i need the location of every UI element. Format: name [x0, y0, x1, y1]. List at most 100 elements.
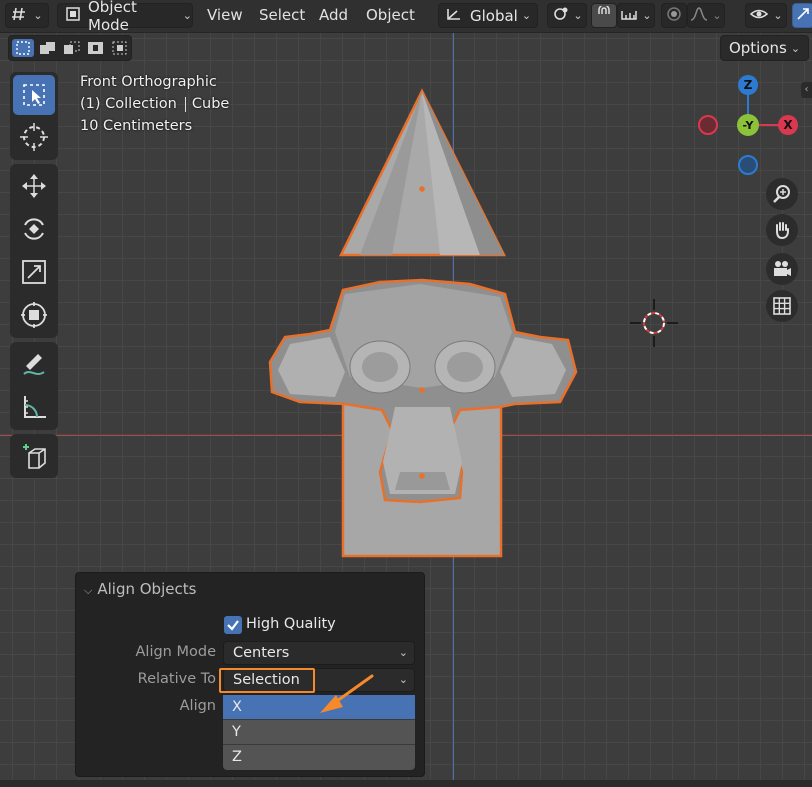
checkmark-icon [227, 620, 239, 631]
options-label: Options [728, 39, 787, 57]
high-quality-checkbox[interactable] [224, 616, 242, 634]
toolbar-group-select [10, 72, 58, 160]
pan-button[interactable] [766, 214, 798, 246]
gizmo-toggle[interactable] [792, 3, 812, 28]
align-option-x[interactable]: X [223, 695, 415, 720]
gizmo-neg-x-axis[interactable] [698, 115, 718, 135]
cone-object [338, 88, 507, 257]
select-intersect-button[interactable] [109, 39, 131, 57]
annotate-tool[interactable] [13, 344, 55, 384]
high-quality-label: High Quality [246, 616, 336, 632]
transform-icon [21, 302, 47, 328]
rotate-tool[interactable] [13, 209, 55, 249]
falloff-curve-icon [690, 6, 708, 26]
active-object-name: Cube [191, 96, 230, 112]
panel-header[interactable]: ⌵ Align Objects [84, 580, 196, 598]
select-box-icon [23, 84, 45, 106]
select-subtract-button[interactable] [61, 39, 83, 57]
menu-view[interactable]: View [207, 6, 243, 24]
snap-toggle[interactable] [591, 3, 617, 28]
orientation-label: Global [470, 6, 518, 25]
cursor-tool[interactable] [13, 117, 55, 157]
proportional-edit-icon [666, 6, 682, 26]
select-new-button[interactable] [12, 39, 34, 57]
align-mode-label: Align Mode [135, 644, 217, 660]
menu-select[interactable]: Select [259, 6, 305, 24]
ortho-toggle-button[interactable] [766, 290, 798, 322]
chevron-down-icon: ⌄ [573, 9, 583, 22]
chevron-down-icon: ⌄ [33, 9, 43, 22]
mode-select[interactable]: Object Mode ⌄ [57, 0, 193, 34]
transform-orientation-select[interactable]: Global ⌄ [438, 3, 538, 28]
rotate-icon [24, 218, 44, 240]
collection-info: (1) Collection Cube [80, 96, 229, 112]
bottom-border [0, 780, 812, 787]
menu-object[interactable]: Object [366, 6, 415, 24]
magnet-icon [596, 3, 612, 26]
chevron-down-icon: ⌄ [712, 9, 722, 22]
gizmo-z-axis[interactable]: Z [738, 75, 758, 95]
selection-mode-group [8, 35, 132, 61]
align-objects-panel: ⌵ Align Objects High Quality Align Mode C… [75, 572, 425, 777]
chevron-down-icon: ⌄ [182, 9, 192, 22]
chevron-down-icon: ⌄ [521, 9, 532, 22]
gizmo-x-axis[interactable]: X [778, 115, 798, 135]
move-tool[interactable] [13, 166, 55, 206]
zoom-button[interactable] [766, 178, 798, 210]
align-option-z[interactable]: Z [223, 745, 415, 770]
chevron-down-icon: ⌵ [84, 584, 93, 597]
orientation-axes-icon [444, 6, 464, 26]
grid-editor-icon [11, 6, 29, 26]
select-subtract-icon [64, 41, 80, 54]
panel-title: Align Objects [97, 580, 197, 598]
align-label: Align [179, 698, 216, 714]
hand-icon [776, 222, 789, 240]
measure-tool[interactable] [13, 387, 55, 427]
proportional-edit-toggle[interactable] [661, 3, 687, 28]
chevron-down-icon: ⌄ [790, 41, 801, 55]
pivot-icon [551, 6, 569, 26]
falloff-button[interactable]: ⌄ [687, 3, 725, 28]
zoom-icon [773, 185, 790, 203]
add-cube-tool[interactable] [13, 436, 55, 476]
select-box-tool[interactable] [13, 75, 55, 115]
annotate-pencil-icon [23, 354, 45, 375]
select-new-icon [16, 41, 30, 55]
gizmo-neg-z-axis[interactable] [738, 155, 758, 175]
chevron-down-icon: ⌄ [773, 9, 783, 22]
snap-increment-icon [620, 6, 638, 26]
align-mode-value: Centers [233, 645, 290, 661]
transform-tool[interactable] [13, 295, 55, 335]
scale-tool[interactable] [13, 252, 55, 292]
monkey-object [268, 278, 578, 504]
select-invert-button[interactable] [85, 39, 107, 57]
select-intersect-icon [112, 41, 127, 55]
editor-type-button[interactable]: ⌄ [5, 3, 49, 28]
add-cube-icon [23, 444, 46, 469]
measure-ruler-icon [24, 396, 46, 418]
sidebar-toggle[interactable]: ‹ [801, 82, 812, 98]
options-dropdown[interactable]: Options ⌄ [720, 35, 809, 61]
toolbar-group-annotate [10, 342, 58, 430]
pivot-point-button[interactable]: ⌄ [547, 3, 587, 28]
eye-icon [749, 6, 769, 26]
3d-cursor [630, 299, 678, 347]
menu-add[interactable]: Add [319, 6, 348, 24]
viewport-header: ⌄ Object Mode ⌄ View Select Add Object G… [0, 0, 812, 34]
snap-target-button[interactable]: ⌄ [617, 3, 655, 28]
camera-view-button[interactable] [766, 253, 798, 285]
gizmo-neg-y-axis[interactable]: -Y [737, 114, 759, 136]
mode-label: Object Mode [88, 0, 137, 34]
collection-name: (1) Collection [80, 96, 177, 112]
align-mode-select[interactable]: Centers ⌄ [223, 641, 415, 665]
visibility-button[interactable]: ⌄ [745, 3, 787, 28]
select-extend-button[interactable] [37, 39, 59, 57]
chevron-down-icon: ⌄ [642, 9, 652, 22]
gizmo-icon [795, 6, 811, 26]
grid-icon [773, 297, 791, 315]
object-mode-icon [64, 6, 82, 26]
scale-icon [22, 260, 46, 284]
chevron-down-icon: ⌄ [398, 646, 408, 659]
align-option-y[interactable]: Y [223, 720, 415, 745]
toolbar-group-add [10, 434, 58, 478]
